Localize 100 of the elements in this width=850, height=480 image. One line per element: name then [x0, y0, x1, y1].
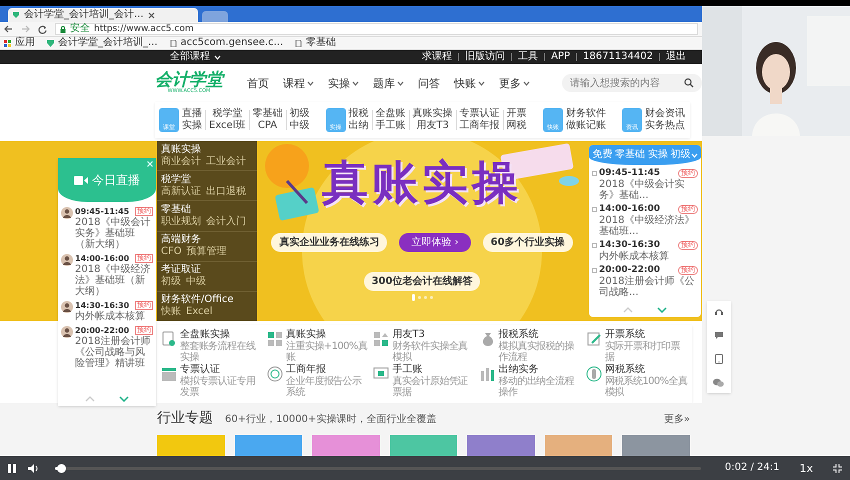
- menu-title[interactable]: 考证取证: [161, 265, 253, 276]
- bookmark-link[interactable]: acc5com.gensee.c...: [180, 38, 284, 48]
- session-time: 09:45-11:45: [75, 206, 130, 216]
- category-link[interactable]: 财务软件: [566, 109, 606, 119]
- menu-title[interactable]: 财务软件/Office: [161, 295, 253, 306]
- feature-title[interactable]: 报税系统: [498, 329, 582, 341]
- menu-sublink[interactable]: 预算管理: [186, 247, 227, 258]
- category-link[interactable]: 全盘账: [376, 109, 406, 119]
- feature-title[interactable]: 开票系统: [604, 329, 688, 341]
- category-link[interactable]: 做账记账: [566, 121, 606, 131]
- feature-description: 真实会计原始凭证票据: [392, 376, 469, 398]
- banner-headline: 真账实操: [322, 159, 522, 205]
- feature-description: 模拟真实报税的操作流程: [498, 341, 575, 363]
- category-link[interactable]: 直播: [182, 109, 202, 119]
- session-title: 2018注册会计师《公司战略...: [599, 276, 696, 298]
- feature-title[interactable]: 工商年报: [286, 364, 370, 376]
- menu-sublink[interactable]: 商业会计: [161, 156, 201, 167]
- category-link[interactable]: 税学堂: [212, 109, 242, 119]
- category-link[interactable]: 实操: [182, 121, 202, 131]
- speed-button[interactable]: 1x: [791, 462, 821, 474]
- menu-sublink[interactable]: CFO: [161, 247, 182, 258]
- menu-sublink[interactable]: 初级: [161, 277, 181, 288]
- url-text: https://www.acc5.com: [94, 24, 194, 34]
- all-courses-link[interactable]: 全部课程: [170, 52, 210, 62]
- session-title: 2018《中级经济法》基础班（新大纲）: [75, 264, 152, 297]
- top-nav-link[interactable]: 18671134402: [583, 52, 653, 62]
- session-time: 20:00-22:00: [75, 325, 130, 336]
- session-title: 内外帐成本核算: [599, 251, 670, 262]
- category-link[interactable]: 开票: [506, 109, 527, 119]
- nav-link[interactable]: 课程: [283, 78, 305, 88]
- category-link[interactable]: Excel班: [209, 121, 246, 131]
- menu-sublink[interactable]: 出口退税: [206, 186, 246, 197]
- feature-title[interactable]: 用友T3: [392, 329, 476, 341]
- tab-title: 会计学堂_会计培训_会计...: [24, 10, 144, 20]
- nav-link[interactable]: 题库: [373, 78, 395, 88]
- menu-sublink[interactable]: Excel: [186, 307, 212, 318]
- category-link[interactable]: 网税: [506, 121, 527, 131]
- category-link[interactable]: 实务热点: [644, 121, 685, 131]
- section-title: 行业专题: [157, 411, 213, 425]
- session-title: 2018《中级会计实务》基础班（新大纲）: [75, 217, 152, 250]
- bookmark-link[interactable]: 会计学堂_会计培训_...: [58, 38, 158, 48]
- category-link[interactable]: 真账实操: [412, 109, 453, 119]
- nav-link[interactable]: 首页: [247, 78, 269, 88]
- playback-time: 0:02 / 24:1: [724, 463, 780, 473]
- session-title: 内外帐成本核算: [75, 311, 146, 322]
- feature-title[interactable]: 出纳实务: [498, 364, 582, 376]
- feature-title[interactable]: 手工账: [392, 364, 476, 376]
- category-link[interactable]: 工商年报: [460, 121, 500, 131]
- top-nav-link[interactable]: 求课程: [422, 52, 452, 62]
- search-field[interactable]: 请输入想搜索的内容: [562, 74, 702, 92]
- category-link[interactable]: 手工账: [376, 121, 406, 131]
- live-panel-title: 今日直播: [92, 174, 140, 186]
- nav-link[interactable]: 更多: [499, 78, 521, 88]
- category-link[interactable]: 零基础: [252, 109, 282, 119]
- menu-title[interactable]: 税学堂: [161, 174, 253, 185]
- nav-link[interactable]: 实操: [328, 78, 350, 88]
- category-link[interactable]: 报税: [348, 109, 369, 119]
- bookmark-link[interactable]: 应用: [15, 38, 35, 48]
- top-nav-link[interactable]: 工具: [518, 52, 538, 62]
- banner-pill: 真实企业业务在线练习: [271, 233, 388, 252]
- category-link[interactable]: 专票认证: [460, 109, 500, 119]
- feature-description: 网税系统100%全真模拟: [604, 376, 688, 398]
- feature-title[interactable]: 全盘账实操: [180, 329, 264, 341]
- top-nav-link[interactable]: 退出: [666, 52, 686, 62]
- session-time: 14:00-16:00: [599, 204, 660, 214]
- nav-link[interactable]: 问答: [418, 78, 440, 88]
- top-nav-link[interactable]: 旧版访问: [465, 52, 506, 62]
- menu-sublink[interactable]: 职业规划: [161, 216, 201, 227]
- category-link[interactable]: 财会资讯: [644, 109, 685, 119]
- menu-title[interactable]: 零基础: [161, 204, 253, 215]
- session-time: 09:45-11:45: [599, 168, 660, 178]
- feature-title[interactable]: 真账实操: [286, 329, 370, 341]
- bookmark-link[interactable]: 零基础: [306, 38, 336, 48]
- category-link[interactable]: CPA: [258, 121, 278, 131]
- category-link[interactable]: 用友T3: [416, 121, 449, 131]
- session-time: 14:00-16:00: [75, 253, 130, 264]
- banner-pill: 60多个行业实操: [482, 233, 573, 252]
- browser-tab[interactable]: 会计学堂_会计培训_会计...: [8, 8, 198, 22]
- category-link[interactable]: 初级: [290, 109, 310, 119]
- menu-title[interactable]: 高端财务: [161, 235, 253, 246]
- menu-sublink[interactable]: 高新认证: [161, 186, 201, 197]
- address-field[interactable]: 安全 https://www.acc5.com: [55, 23, 698, 35]
- menu-title[interactable]: 真账实操: [161, 144, 253, 155]
- menu-sublink[interactable]: 会计入门: [206, 216, 246, 227]
- session-time: 20:00-22:00: [599, 265, 660, 276]
- nav-link[interactable]: 快账: [454, 78, 476, 88]
- session-title: 2018注册会计师《公司战略与风险管理》精讲班: [75, 336, 152, 369]
- menu-sublink[interactable]: 中级: [186, 277, 206, 288]
- feature-title[interactable]: 专票认证: [180, 364, 264, 376]
- more-link[interactable]: 更多»: [664, 415, 690, 425]
- feature-description: 实际开票和打印票据: [604, 341, 681, 363]
- menu-sublink[interactable]: 快账: [161, 307, 181, 318]
- try-now-button[interactable]: 立即体验 ›: [399, 233, 471, 252]
- category-link[interactable]: 出纳: [348, 121, 369, 131]
- banner-caption: 300位老会计在线解答: [364, 272, 480, 291]
- session-time: 14:30-16:30: [599, 240, 660, 250]
- menu-sublink[interactable]: 工业会计: [206, 156, 246, 167]
- feature-title[interactable]: 网税系统: [604, 364, 688, 376]
- category-link[interactable]: 中级: [290, 121, 310, 131]
- top-nav-link[interactable]: APP: [551, 52, 570, 62]
